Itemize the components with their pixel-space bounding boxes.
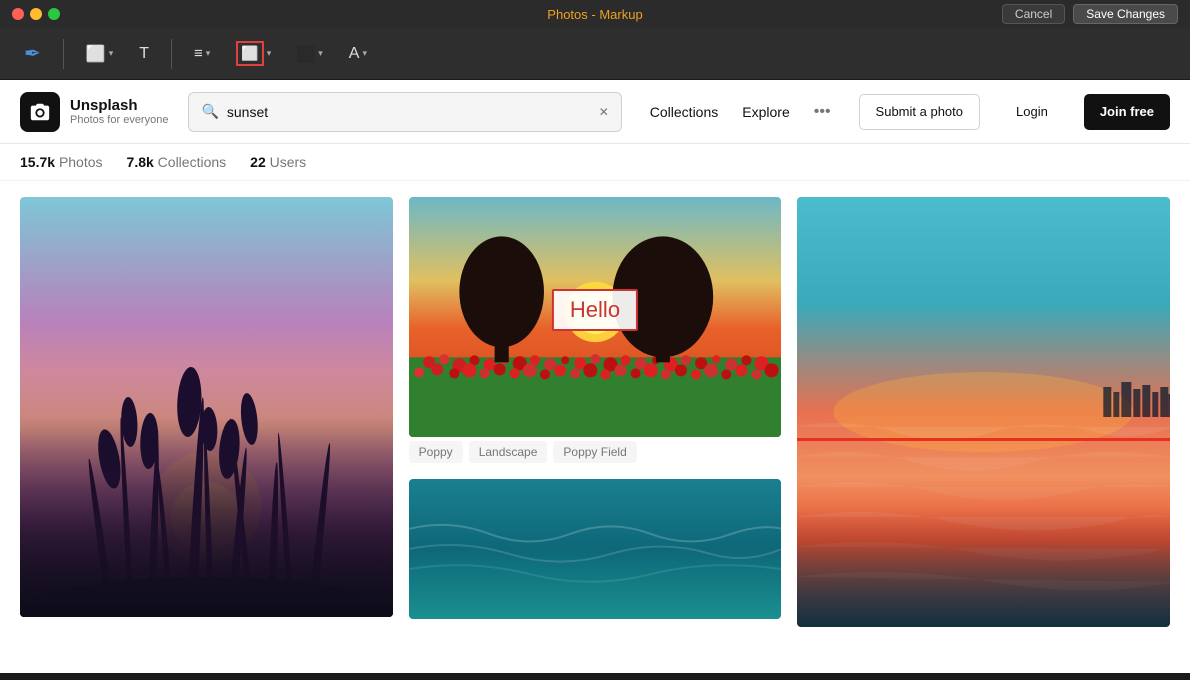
photo-column-3 — [797, 197, 1170, 657]
search-input[interactable] — [227, 104, 591, 120]
font-button[interactable]: A ▾ — [341, 40, 375, 68]
photo-svg-3 — [797, 197, 1170, 627]
app-bar: Unsplash Photos for everyone 🔍 ✕ Collect… — [0, 80, 1190, 144]
pen-icon: ✒ — [24, 41, 41, 66]
title-text: Photos - — [547, 7, 599, 22]
text-icon: T — [139, 45, 149, 63]
photo-svg-1 — [20, 197, 393, 617]
brand-tagline: Photos for everyone — [70, 114, 168, 126]
users-stat[interactable]: 22 Users — [250, 154, 306, 170]
brand-text: Unsplash Photos for everyone — [70, 97, 168, 126]
title-bar-actions: Cancel Save Changes — [1002, 4, 1178, 24]
photo-card-1[interactable] — [20, 197, 393, 617]
chevron-down-icon: ▾ — [109, 48, 114, 59]
sky-rect — [20, 197, 393, 617]
submit-photo-button[interactable]: Submit a photo — [859, 94, 980, 130]
photos-stat[interactable]: 15.7k Photos — [20, 154, 103, 170]
search-icon: 🔍 — [201, 103, 218, 120]
stats-bar: 15.7k Photos 7.8k Collections 22 Users — [0, 144, 1190, 181]
sun-glow — [151, 452, 261, 562]
markup-toolbar: ✒ ⬜ ▾ T ≡ ▾ ⬜ ▾ ▾ A ▾ — [0, 28, 1190, 80]
photo-image-1 — [20, 197, 393, 617]
photos-label: Photos — [59, 154, 103, 170]
photos-count: 15.7k — [20, 154, 55, 170]
camera-icon — [29, 101, 51, 123]
collections-count: 7.8k — [127, 154, 154, 170]
photo-grid: Hello Poppy Landscape Poppy Field — [0, 181, 1190, 673]
cancel-button[interactable]: Cancel — [1002, 4, 1065, 24]
text-tool-button[interactable]: T — [131, 40, 157, 68]
chevron-down-icon-4: ▾ — [318, 48, 323, 59]
photo-card-4[interactable] — [409, 479, 782, 619]
wave-f — [797, 572, 1170, 590]
chevron-down-icon-5: ▾ — [362, 48, 367, 59]
more-nav-icon[interactable]: ••• — [806, 97, 839, 127]
search-clear-icon[interactable]: ✕ — [599, 105, 609, 119]
border-color-icon: ⬜ — [236, 41, 263, 66]
traffic-lights — [12, 8, 60, 20]
brand-name: Unsplash — [70, 97, 168, 114]
shape-icon: ⬜ — [86, 44, 106, 64]
users-label: Users — [270, 154, 307, 170]
explore-nav[interactable]: Explore — [734, 98, 797, 126]
window-title: Photos - Markup — [547, 7, 642, 22]
nav-links: Collections Explore ••• — [642, 97, 839, 127]
brand-icon — [20, 92, 60, 132]
lines-tool-button[interactable]: ≡ ▾ — [186, 40, 218, 67]
search-bar[interactable]: 🔍 ✕ — [188, 92, 621, 132]
minimize-button[interactable] — [30, 8, 42, 20]
fill-color-button[interactable]: ▾ — [289, 40, 331, 68]
photo-card-3[interactable] — [797, 197, 1170, 627]
close-button[interactable] — [12, 8, 24, 20]
ocean-rect — [409, 479, 782, 619]
toolbar-divider-2 — [171, 39, 172, 69]
photo-column-1 — [20, 197, 393, 657]
fill-color-icon — [297, 45, 315, 63]
markup-text: Markup — [599, 7, 642, 22]
photo-column-2: Hello Poppy Landscape Poppy Field — [409, 197, 782, 657]
photo-card-2[interactable]: Hello Poppy Landscape Poppy Field — [409, 197, 782, 463]
photo-svg-4 — [409, 479, 782, 619]
collections-stat[interactable]: 7.8k Collections — [127, 154, 227, 170]
chevron-down-icon-2: ▾ — [206, 48, 211, 59]
tag-poppy-field[interactable]: Poppy Field — [553, 441, 636, 463]
red-line-annotation — [797, 438, 1170, 441]
fullscreen-button[interactable] — [48, 8, 60, 20]
photo-image-3 — [797, 197, 1170, 627]
photo-tags: Poppy Landscape Poppy Field — [409, 441, 782, 463]
sun-circle — [171, 482, 241, 552]
border-color-button[interactable]: ⬜ ▾ — [228, 36, 279, 71]
ground — [20, 577, 393, 617]
tag-landscape[interactable]: Landscape — [469, 441, 548, 463]
chevron-down-icon-3: ▾ — [267, 48, 272, 59]
toolbar-divider-1 — [63, 39, 64, 69]
login-button[interactable]: Login — [1000, 94, 1064, 130]
title-bar: Photos - Markup Cancel Save Changes — [0, 0, 1190, 28]
users-count: 22 — [250, 154, 266, 170]
wave-d — [797, 512, 1170, 530]
shape-tool-button[interactable]: ⬜ ▾ — [78, 39, 121, 69]
lines-icon: ≡ — [194, 45, 203, 62]
photo-image-4 — [409, 479, 782, 619]
collections-nav[interactable]: Collections — [642, 98, 726, 126]
hello-annotation[interactable]: Hello — [552, 289, 638, 331]
save-changes-button[interactable]: Save Changes — [1073, 4, 1178, 24]
tag-poppy[interactable]: Poppy — [409, 441, 463, 463]
font-icon: A — [349, 45, 360, 63]
wave-e — [797, 542, 1170, 560]
join-free-button[interactable]: Join free — [1084, 94, 1170, 130]
pen-tool-button[interactable]: ✒ — [16, 36, 49, 71]
photo-image-2: Hello — [409, 197, 782, 437]
collections-label: Collections — [158, 154, 226, 170]
brand: Unsplash Photos for everyone — [20, 92, 168, 132]
